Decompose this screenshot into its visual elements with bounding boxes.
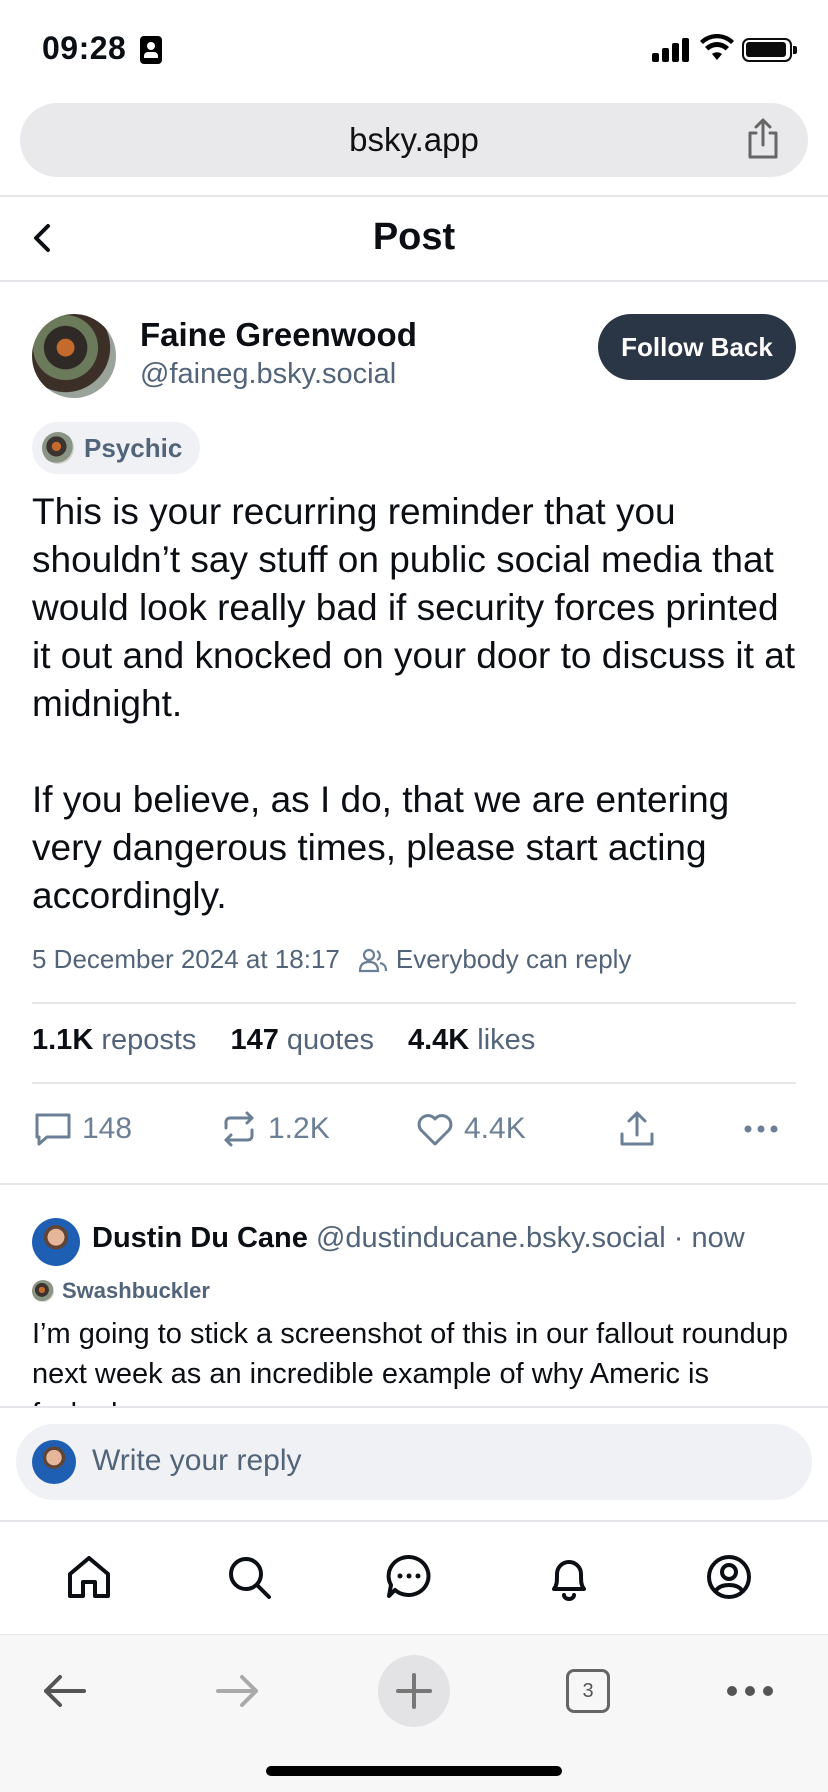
profile-icon[interactable]	[704, 1552, 754, 1602]
labeler-avatar	[32, 1280, 54, 1302]
reply-text[interactable]: I’m going to stick a screenshot of this …	[32, 1314, 802, 1406]
divider	[0, 1183, 828, 1185]
post-paragraph: If you believe, as I do, that we are ent…	[32, 779, 730, 916]
label-text: Psychic	[84, 432, 183, 463]
follow-back-button[interactable]: Follow Back	[598, 314, 796, 380]
repost-icon	[224, 1111, 254, 1147]
reply-author-name: Dustin Du Cane	[92, 1222, 308, 1254]
post-text: This is your recurring reminder that you…	[32, 488, 802, 920]
reply-time: · now	[673, 1222, 745, 1254]
avatar[interactable]	[32, 314, 116, 398]
back-arrow-icon	[44, 1675, 86, 1707]
repost-button[interactable]: 1.2K	[218, 1108, 330, 1150]
reply-count: 148	[82, 1112, 133, 1145]
heart-icon	[417, 1114, 453, 1146]
reply-composer[interactable]: Write your reply	[16, 1424, 812, 1500]
reply-setting[interactable]: Everybody can reply	[396, 944, 632, 975]
more-options-button[interactable]	[740, 1108, 790, 1150]
url-text: bsky.app	[349, 121, 479, 158]
status-time: 09:28	[42, 30, 127, 66]
more-icon	[727, 1686, 773, 1696]
like-button[interactable]: 4.4K	[414, 1108, 526, 1150]
home-icon[interactable]	[64, 1552, 114, 1602]
search-icon[interactable]	[224, 1552, 274, 1602]
page-title: Post	[372, 216, 456, 258]
contact-badge-icon	[140, 36, 162, 64]
divider	[0, 195, 828, 197]
browser-forward-button[interactable]	[202, 1655, 274, 1727]
browser-back-button[interactable]	[28, 1655, 100, 1727]
tab-count: 3	[582, 1679, 594, 1702]
post-meta: 5 December 2024 at 18:17 Everybody can r…	[32, 944, 631, 975]
bell-icon[interactable]	[544, 1552, 594, 1602]
quotes-stat[interactable]: 147 quotes	[230, 1024, 374, 1057]
divider	[0, 280, 828, 282]
reply-header[interactable]: Dustin Du Cane @dustinducane.bsky.social…	[92, 1222, 745, 1255]
reply-label-chip[interactable]: Swashbuckler	[32, 1278, 210, 1304]
composer-avatar	[32, 1440, 76, 1484]
reposts-stat[interactable]: 1.1K reposts	[32, 1024, 196, 1057]
divider	[32, 1002, 796, 1004]
cellular-signal-icon	[652, 36, 690, 62]
address-bar[interactable]: bsky.app	[20, 103, 808, 177]
tabs-button[interactable]: 3	[552, 1655, 624, 1727]
browser-more-button[interactable]	[714, 1655, 786, 1727]
repost-count: 1.2K	[268, 1112, 330, 1145]
wifi-icon	[700, 34, 734, 60]
likes-stat[interactable]: 4.4K likes	[408, 1024, 535, 1057]
more-icon	[744, 1125, 778, 1133]
home-indicator	[266, 1766, 562, 1776]
labeler-avatar	[42, 432, 74, 464]
reply-button[interactable]: 148	[32, 1108, 132, 1150]
post-timestamp: 5 December 2024 at 18:17	[32, 944, 340, 974]
reply-input-placeholder: Write your reply	[92, 1444, 302, 1477]
share-button[interactable]	[616, 1108, 666, 1150]
reply-composer-bar: Write your reply	[0, 1406, 828, 1520]
label-chip[interactable]: Psychic	[32, 422, 201, 474]
author-handle[interactable]: @faineg.bsky.social	[140, 358, 396, 391]
like-count: 4.4K	[464, 1112, 526, 1145]
add-tab-icon	[396, 1673, 432, 1709]
people-icon	[358, 948, 387, 972]
post-stats: 1.1K reposts 147 quotes 4.4K likes	[32, 1024, 569, 1057]
divider	[32, 1082, 796, 1084]
comment-icon	[35, 1113, 71, 1146]
bottom-nav	[0, 1520, 828, 1634]
status-bar: 09:28	[0, 0, 828, 100]
battery-icon	[742, 38, 797, 62]
new-tab-button[interactable]	[378, 1655, 450, 1727]
chat-icon[interactable]	[384, 1552, 434, 1602]
reply-author-handle: @dustinducane.bsky.social	[315, 1222, 666, 1254]
post-actions: 148 1.2K 4.4K	[32, 1108, 802, 1158]
forward-arrow-icon	[216, 1675, 258, 1707]
share-icon	[620, 1111, 654, 1146]
reply-avatar[interactable]	[32, 1218, 80, 1266]
tabs-icon: 3	[566, 1669, 610, 1713]
share-icon[interactable]	[744, 117, 782, 161]
reply-label-text: Swashbuckler	[62, 1278, 210, 1303]
author-name[interactable]: Faine Greenwood	[140, 316, 417, 354]
post-paragraph: This is your recurring reminder that you…	[32, 491, 796, 724]
